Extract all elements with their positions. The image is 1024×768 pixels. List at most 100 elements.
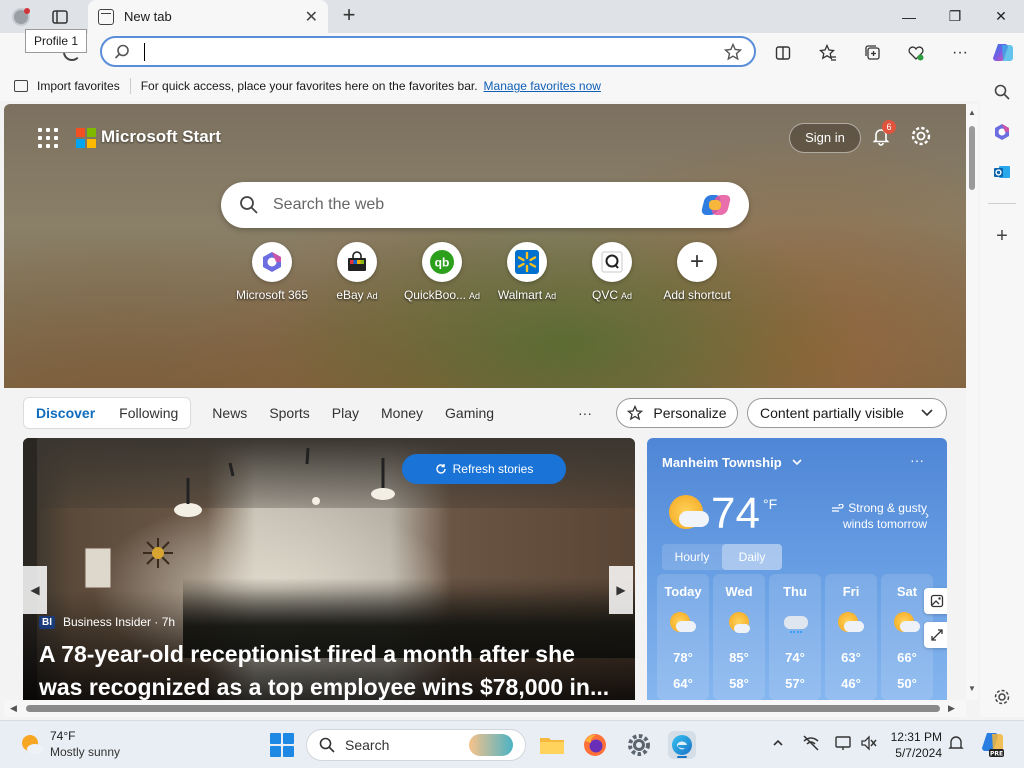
expand-icon[interactable] bbox=[924, 622, 947, 648]
address-bar[interactable] bbox=[100, 36, 756, 67]
taskbar-weather-condition[interactable]: Mostly sunny bbox=[50, 745, 120, 759]
system-clock[interactable]: 12:31 PM 5/7/2024 bbox=[884, 729, 942, 761]
weather-card[interactable]: Manheim Township ··· 74 °F Strong & gust… bbox=[647, 438, 947, 700]
weather-tab-daily[interactable]: Daily bbox=[722, 544, 782, 570]
scroll-left-arrow[interactable]: ◀ bbox=[10, 703, 17, 714]
edge-taskbar-icon[interactable] bbox=[668, 731, 696, 759]
app-launcher-icon[interactable] bbox=[38, 128, 58, 148]
chevron-right-icon[interactable]: › bbox=[925, 508, 929, 522]
vertical-scrollbar[interactable]: ▲ ▼ bbox=[966, 104, 978, 700]
category-play[interactable]: Play bbox=[321, 405, 370, 421]
page-settings-gear-icon[interactable] bbox=[909, 125, 933, 149]
svg-text:qb: qb bbox=[435, 256, 450, 270]
forecast-day[interactable]: Today 78° 64° bbox=[657, 574, 709, 700]
minimize-button[interactable]: — bbox=[886, 0, 932, 33]
sidebar-search-icon[interactable] bbox=[991, 81, 1013, 103]
close-window-button[interactable]: ✕ bbox=[978, 0, 1024, 33]
sidebar-add-icon[interactable]: + bbox=[991, 225, 1013, 247]
weather-more-button[interactable]: ··· bbox=[910, 452, 924, 468]
weather-location[interactable]: Manheim Township bbox=[662, 455, 803, 470]
copilot-search-icon[interactable] bbox=[700, 192, 732, 218]
shortcut-walmart[interactable]: Walmart Ad bbox=[482, 242, 572, 302]
add-shortcut-button[interactable]: + Add shortcut bbox=[652, 242, 742, 302]
outlook-icon[interactable] bbox=[991, 161, 1013, 183]
favorites-icon[interactable] bbox=[817, 42, 839, 64]
manage-favorites-link[interactable]: Manage favorites now bbox=[484, 79, 601, 93]
brand-title[interactable]: Microsoft Start bbox=[101, 127, 221, 147]
tab-close-button[interactable]: ✕ bbox=[305, 7, 318, 27]
volume-muted-icon[interactable] bbox=[860, 735, 878, 754]
sign-in-button[interactable]: Sign in bbox=[789, 123, 861, 153]
carousel-prev-button[interactable]: ◀ bbox=[23, 566, 47, 614]
edge-sidebar: + bbox=[980, 71, 1024, 717]
copilot-preview-icon[interactable]: PRE bbox=[980, 730, 1006, 761]
partly-sunny-icon bbox=[894, 612, 920, 634]
scroll-right-arrow[interactable]: ▶ bbox=[948, 703, 955, 714]
scroll-down-arrow[interactable]: ▼ bbox=[968, 684, 976, 693]
hero-story-card[interactable]: Refresh stories ◀ ▶ BI Business Insider … bbox=[23, 438, 635, 700]
notification-center-icon[interactable] bbox=[948, 735, 964, 754]
notifications-bell-icon[interactable]: 6 bbox=[870, 120, 896, 148]
weather-alert-text: Strong & gusty winds tomorrow bbox=[842, 501, 927, 531]
microsoft-365-sidebar-icon[interactable] bbox=[991, 121, 1013, 143]
settings-and-more-icon[interactable]: ··· bbox=[949, 42, 971, 64]
file-explorer-icon[interactable] bbox=[538, 731, 566, 759]
category-money[interactable]: Money bbox=[370, 405, 434, 421]
carousel-next-button[interactable]: ▶ bbox=[609, 566, 633, 614]
settings-app-icon[interactable] bbox=[625, 731, 653, 759]
windows-start-icon[interactable] bbox=[270, 733, 294, 757]
personalize-button[interactable]: Personalize bbox=[616, 398, 738, 428]
web-search-box[interactable]: Search the web bbox=[221, 182, 749, 228]
tab-following[interactable]: Following bbox=[107, 405, 190, 421]
horizontal-scrollbar[interactable]: ◀ ▶ bbox=[4, 700, 966, 717]
firefox-icon[interactable] bbox=[581, 731, 609, 759]
taskbar-search-box[interactable]: Search bbox=[306, 729, 526, 761]
restore-button[interactable]: ❐ bbox=[932, 0, 978, 33]
taskbar-search-placeholder: Search bbox=[345, 737, 390, 753]
clock-date: 5/7/2024 bbox=[895, 746, 942, 760]
taskbar-weather-temp[interactable]: 74°F bbox=[50, 729, 75, 743]
favorite-star-icon[interactable] bbox=[724, 42, 742, 61]
forecast-low: 46° bbox=[841, 676, 861, 691]
display-icon[interactable] bbox=[834, 735, 852, 754]
forecast-day[interactable]: Fri 63° 46° bbox=[825, 574, 877, 700]
qvc-icon bbox=[592, 242, 632, 282]
scroll-up-arrow[interactable]: ▲ bbox=[968, 108, 976, 117]
network-offline-icon[interactable] bbox=[802, 735, 820, 754]
favorites-divider bbox=[129, 78, 131, 94]
new-tab-button[interactable]: + bbox=[338, 4, 360, 28]
horizontal-scroll-thumb[interactable] bbox=[26, 705, 940, 712]
content-visibility-dropdown[interactable]: Content partially visible bbox=[747, 398, 947, 428]
shortcut-ebay[interactable]: eBay Ad bbox=[312, 242, 402, 302]
shortcut-microsoft-365[interactable]: Microsoft 365 bbox=[227, 242, 317, 302]
copilot-icon[interactable] bbox=[990, 40, 1016, 66]
category-news[interactable]: News bbox=[201, 405, 258, 421]
split-screen-icon[interactable] bbox=[772, 42, 794, 64]
browser-essentials-icon[interactable] bbox=[905, 42, 927, 64]
taskbar-weather-icon[interactable] bbox=[20, 733, 44, 757]
show-hidden-icons-chevron[interactable] bbox=[772, 735, 784, 751]
tab-actions-icon[interactable] bbox=[48, 6, 72, 28]
refresh-stories-button[interactable]: Refresh stories bbox=[402, 454, 566, 484]
import-favorites-button[interactable]: Import favorites bbox=[14, 79, 120, 93]
category-gaming[interactable]: Gaming bbox=[434, 405, 505, 421]
shortcut-label: QuickBoo... bbox=[403, 288, 466, 302]
tab-new-tab[interactable]: New tab ✕ bbox=[88, 0, 328, 33]
address-input[interactable] bbox=[155, 43, 724, 60]
forecast-day[interactable]: Wed 85° 58° bbox=[713, 574, 765, 700]
shortcut-qvc[interactable]: QVC Ad bbox=[567, 242, 657, 302]
profile-button[interactable] bbox=[8, 4, 34, 30]
weather-image-icon[interactable] bbox=[924, 588, 947, 614]
tab-discover[interactable]: Discover bbox=[24, 405, 107, 421]
sidebar-settings-icon[interactable] bbox=[991, 686, 1013, 708]
weather-alert[interactable]: Strong & gusty winds tomorrow bbox=[817, 500, 927, 532]
weather-tab-hourly[interactable]: Hourly bbox=[662, 544, 722, 570]
vertical-scroll-thumb[interactable] bbox=[969, 126, 975, 190]
collections-icon[interactable] bbox=[862, 42, 884, 64]
shortcut-quickbooks[interactable]: qb QuickBoo... Ad bbox=[397, 242, 487, 302]
story-headline[interactable]: A 78-year-old receptionist fired a month… bbox=[39, 638, 624, 700]
more-categories-button[interactable]: ··· bbox=[578, 405, 592, 421]
forecast-day[interactable]: Thu 74° 57° bbox=[769, 574, 821, 700]
category-sports[interactable]: Sports bbox=[258, 405, 320, 421]
forecast-high: 85° bbox=[729, 650, 749, 665]
